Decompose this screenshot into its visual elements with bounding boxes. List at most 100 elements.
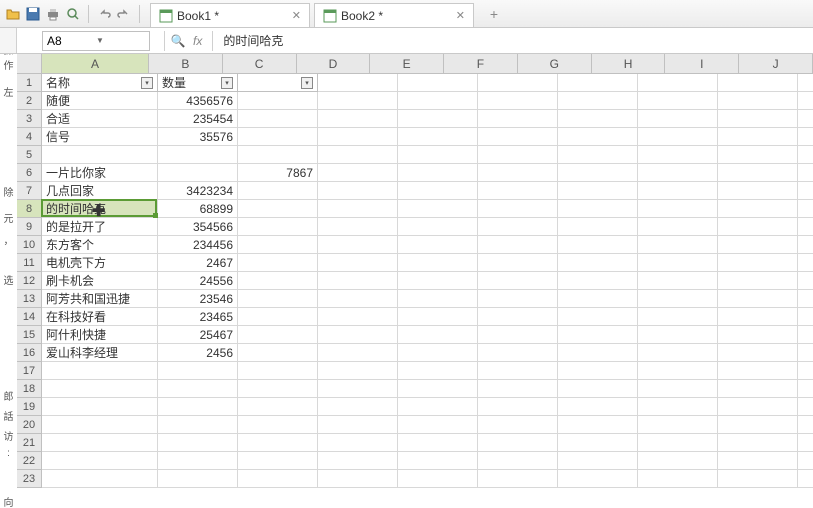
cell[interactable]: 几点回家 [42, 182, 158, 200]
row-header[interactable]: 13 [17, 290, 42, 308]
cell[interactable] [318, 110, 398, 128]
filter-dropdown-icon[interactable]: ▾ [141, 77, 153, 89]
cell[interactable] [238, 110, 318, 128]
row-header[interactable]: 4 [17, 128, 42, 146]
cell[interactable]: 24556 [158, 272, 238, 290]
undo-icon[interactable] [95, 5, 113, 23]
cell[interactable] [238, 128, 318, 146]
cell[interactable] [718, 146, 798, 164]
cell[interactable] [398, 218, 478, 236]
cell[interactable] [558, 434, 638, 452]
cell[interactable] [558, 380, 638, 398]
cell[interactable] [318, 200, 398, 218]
cell[interactable] [478, 110, 558, 128]
row-header[interactable]: 9 [17, 218, 42, 236]
cell[interactable] [718, 416, 798, 434]
column-header[interactable]: B [149, 54, 223, 74]
cell[interactable] [238, 344, 318, 362]
cell[interactable] [798, 272, 813, 290]
cell[interactable] [558, 416, 638, 434]
tab-add-button[interactable]: + [484, 6, 504, 22]
cell[interactable] [238, 182, 318, 200]
cell[interactable] [478, 164, 558, 182]
cell[interactable] [638, 92, 718, 110]
cell[interactable] [718, 218, 798, 236]
cell[interactable] [798, 128, 813, 146]
cell[interactable] [558, 272, 638, 290]
cell[interactable] [558, 254, 638, 272]
cell[interactable] [718, 308, 798, 326]
cell[interactable] [318, 236, 398, 254]
cell[interactable] [638, 362, 718, 380]
cell[interactable] [318, 452, 398, 470]
cell[interactable] [558, 164, 638, 182]
cell[interactable] [718, 128, 798, 146]
row-header[interactable]: 16 [17, 344, 42, 362]
cell[interactable] [398, 92, 478, 110]
cell[interactable]: 234456 [158, 236, 238, 254]
cell[interactable] [478, 254, 558, 272]
row-header[interactable]: 10 [17, 236, 42, 254]
cell[interactable] [318, 398, 398, 416]
cell[interactable] [318, 308, 398, 326]
column-header[interactable]: F [444, 54, 518, 74]
cell[interactable] [718, 272, 798, 290]
cell[interactable] [798, 200, 813, 218]
cell[interactable] [318, 416, 398, 434]
fx-icon[interactable]: fx [193, 34, 202, 48]
cell[interactable] [718, 452, 798, 470]
cell[interactable] [42, 398, 158, 416]
cell[interactable] [238, 290, 318, 308]
cell[interactable] [558, 128, 638, 146]
cell[interactable] [238, 470, 318, 488]
cell[interactable] [238, 452, 318, 470]
cell[interactable]: 电机壳下方 [42, 254, 158, 272]
cell[interactable]: 35576 [158, 128, 238, 146]
row-header[interactable]: 1 [17, 74, 42, 92]
row-header[interactable]: 7 [17, 182, 42, 200]
cell[interactable] [398, 308, 478, 326]
cell[interactable] [238, 308, 318, 326]
cell[interactable] [318, 272, 398, 290]
cell[interactable]: 7867 [238, 164, 318, 182]
cell[interactable] [798, 416, 813, 434]
cell[interactable] [718, 236, 798, 254]
cell[interactable] [638, 344, 718, 362]
cell[interactable] [318, 362, 398, 380]
cell[interactable] [478, 308, 558, 326]
cell[interactable]: 一片比你家 [42, 164, 158, 182]
cell[interactable] [42, 416, 158, 434]
cell[interactable] [478, 398, 558, 416]
column-header[interactable]: C [223, 54, 297, 74]
cell[interactable] [798, 92, 813, 110]
cell[interactable] [238, 380, 318, 398]
cell[interactable] [398, 380, 478, 398]
cell[interactable] [638, 470, 718, 488]
save-icon[interactable] [24, 5, 42, 23]
cell[interactable] [318, 146, 398, 164]
cell[interactable] [318, 380, 398, 398]
cell[interactable] [158, 452, 238, 470]
cell[interactable] [238, 272, 318, 290]
cell[interactable] [558, 236, 638, 254]
cell[interactable]: 随便 [42, 92, 158, 110]
cell[interactable] [318, 164, 398, 182]
cell[interactable] [158, 380, 238, 398]
cell[interactable] [478, 128, 558, 146]
cell[interactable] [798, 74, 813, 92]
cell[interactable] [398, 470, 478, 488]
cell[interactable] [398, 200, 478, 218]
row-header[interactable]: 23 [17, 470, 42, 488]
cell[interactable] [638, 200, 718, 218]
row-header[interactable]: 2 [17, 92, 42, 110]
cell[interactable] [318, 92, 398, 110]
cell[interactable] [318, 290, 398, 308]
cell[interactable] [558, 326, 638, 344]
cell[interactable] [238, 92, 318, 110]
cell[interactable] [398, 290, 478, 308]
cell[interactable] [718, 254, 798, 272]
cell[interactable] [238, 434, 318, 452]
cell[interactable] [478, 362, 558, 380]
cell[interactable] [238, 200, 318, 218]
cell[interactable] [478, 146, 558, 164]
